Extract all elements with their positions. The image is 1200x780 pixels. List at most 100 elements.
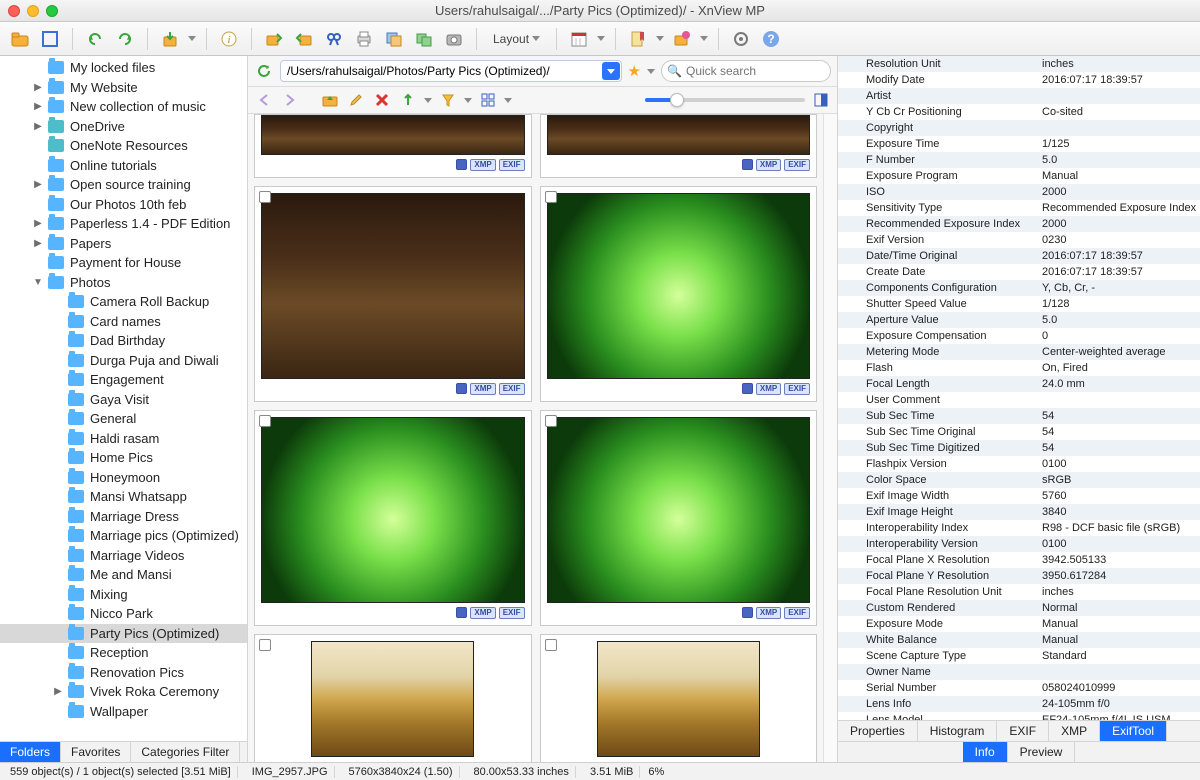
exif-row[interactable]: Exposure Compensation0 [838,328,1200,344]
disclosure-triangle-icon[interactable]: ▶ [28,101,48,112]
metadata-tab[interactable]: Histogram [918,721,998,741]
tree-item[interactable]: ▼Photos [0,273,247,293]
tree-item[interactable]: Home Pics [0,448,247,468]
nav-back-icon[interactable] [254,90,274,110]
camera-icon[interactable] [442,27,466,51]
tree-item[interactable]: Gaya Visit [0,390,247,410]
copy-to-icon[interactable] [262,27,286,51]
tree-item[interactable]: Me and Mansi [0,565,247,585]
tree-item[interactable]: Mansi Whatsapp [0,487,247,507]
tree-item[interactable]: ▶New collection of music [0,97,247,117]
exif-row[interactable]: Date/Time Original2016:07:17 18:39:57 [838,248,1200,264]
tree-item[interactable]: Renovation Pics [0,663,247,683]
tree-item[interactable]: ▶Open source training [0,175,247,195]
exif-row[interactable]: Exif Version0230 [838,232,1200,248]
thumbnail-checkbox[interactable] [259,639,271,651]
window-minimize-button[interactable] [27,5,39,17]
tree-item[interactable]: Marriage Videos [0,546,247,566]
bookmark-dropdown-icon[interactable] [656,36,664,41]
edit-icon[interactable] [346,90,366,110]
exif-row[interactable]: Sub Sec Time54 [838,408,1200,424]
exif-row[interactable]: Shutter Speed Value1/128 [838,296,1200,312]
thumbnail-item[interactable]: XMPEXIF [254,186,532,402]
sort-icon[interactable] [398,90,418,110]
thumbnail-grid[interactable]: XMPEXIF XMPEXIF XMPEXIF XMPEXIF [248,114,823,762]
exif-row[interactable]: Modify Date2016:07:17 18:39:57 [838,72,1200,88]
filter-icon[interactable] [438,90,458,110]
favorite-star-icon[interactable]: ★ [628,62,641,80]
thumbnail-item[interactable]: XMPEXIF [540,114,818,178]
exif-row[interactable]: Focal Plane Y Resolution3950.617284 [838,568,1200,584]
tree-item[interactable]: Haldi rasam [0,429,247,449]
thumbnail-scrollbar[interactable] [823,114,837,762]
exif-row[interactable]: Exif Image Width5760 [838,488,1200,504]
exif-row[interactable]: Y Cb Cr PositioningCo-sited [838,104,1200,120]
settings-icon[interactable] [729,27,753,51]
tree-item[interactable]: Honeymoon [0,468,247,488]
calendar-icon[interactable] [567,27,591,51]
calendar-dropdown-icon[interactable] [597,36,605,41]
exif-row[interactable]: Exif Image Height3840 [838,504,1200,520]
undo-icon[interactable] [83,27,107,51]
favorite-dropdown-icon[interactable] [647,69,655,74]
exif-row[interactable]: Exposure ModeManual [838,616,1200,632]
move-to-icon[interactable] [292,27,316,51]
tree-item[interactable]: Wallpaper [0,702,247,722]
tree-item[interactable]: Engagement [0,370,247,390]
fullscreen-icon[interactable] [38,27,62,51]
window-zoom-button[interactable] [46,5,58,17]
sidebar-tab[interactable]: Categories Filter [131,742,240,762]
tree-item[interactable]: Marriage pics (Optimized) [0,526,247,546]
tag-folder-icon[interactable] [670,27,694,51]
import-dropdown-icon[interactable] [188,36,196,41]
disclosure-triangle-icon[interactable]: ▼ [28,277,48,288]
metadata-subtab[interactable]: Preview [1008,742,1076,762]
disclosure-triangle-icon[interactable]: ▶ [28,121,48,132]
exif-row[interactable]: Focal Plane X Resolution3942.505133 [838,552,1200,568]
sidebar-tab[interactable]: Folders [0,742,61,762]
metadata-tab[interactable]: XMP [1049,721,1100,741]
exif-row[interactable]: White BalanceManual [838,632,1200,648]
tree-item[interactable]: ▶My Website [0,78,247,98]
metadata-subtab[interactable]: Info [963,742,1008,762]
disclosure-triangle-icon[interactable]: ▶ [28,218,48,229]
tree-item[interactable]: Nicco Park [0,604,247,624]
print-icon[interactable] [352,27,376,51]
window-close-button[interactable] [8,5,20,17]
thumbnail-item[interactable] [254,634,532,762]
metadata-tab[interactable]: Properties [838,721,918,741]
redo-icon[interactable] [113,27,137,51]
import-icon[interactable] [158,27,182,51]
info-icon[interactable]: i [217,27,241,51]
path-dropdown-button[interactable] [602,62,620,80]
tree-item[interactable]: Mixing [0,585,247,605]
exif-row[interactable]: Lens Info24-105mm f/0 [838,696,1200,712]
exif-row[interactable]: User Comment [838,392,1200,408]
thumbnail-item[interactable]: XMPEXIF [540,410,818,626]
thumbnail-item[interactable]: XMPEXIF [540,186,818,402]
tree-item[interactable]: ▶Vivek Roka Ceremony [0,682,247,702]
exif-row[interactable]: Focal Length24.0 mm [838,376,1200,392]
exif-row[interactable]: Components ConfigurationY, Cb, Cr, - [838,280,1200,296]
exif-row[interactable]: Copyright [838,120,1200,136]
sidebar-tab[interactable]: Favorites [61,742,131,762]
filter-dropdown-icon[interactable] [464,98,472,103]
folder-tree[interactable]: My locked files▶My Website▶New collectio… [0,56,247,741]
thumbnail-checkbox[interactable] [545,415,557,427]
exif-row[interactable]: Resolution Unitinches [838,56,1200,72]
view-mode-icon[interactable] [478,90,498,110]
metadata-tab[interactable]: ExifTool [1100,721,1167,741]
exif-row[interactable]: FlashOn, Fired [838,360,1200,376]
exif-row[interactable]: F Number5.0 [838,152,1200,168]
disclosure-triangle-icon[interactable]: ▶ [48,686,68,697]
search-icon[interactable] [322,27,346,51]
disclosure-triangle-icon[interactable]: ▶ [28,179,48,190]
up-folder-icon[interactable] [320,90,340,110]
exif-row[interactable]: Scene Capture TypeStandard [838,648,1200,664]
thumbnail-checkbox[interactable] [259,191,271,203]
tree-item[interactable]: Card names [0,312,247,332]
tree-item[interactable]: Camera Roll Backup [0,292,247,312]
tag-folder-dropdown-icon[interactable] [700,36,708,41]
thumbnail-item[interactable]: XMPEXIF [254,410,532,626]
exif-row[interactable]: Owner Name [838,664,1200,680]
